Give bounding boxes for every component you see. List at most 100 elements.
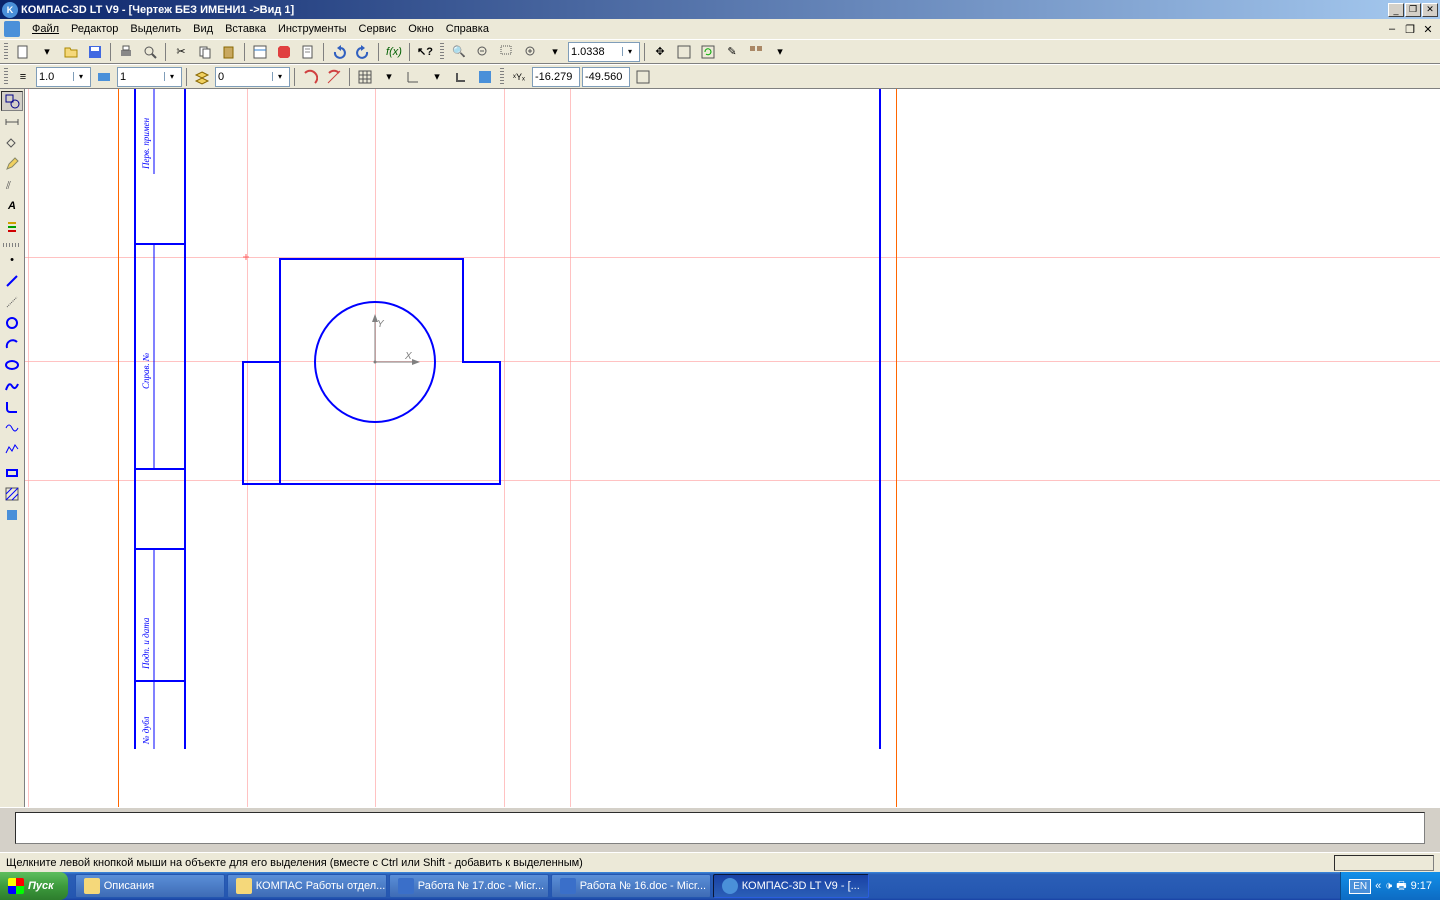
coord-lock-button[interactable]	[632, 66, 654, 88]
style-input[interactable]: 0▾	[215, 67, 290, 87]
zoom-dropdown[interactable]: ▾	[544, 41, 566, 63]
doc-icon[interactable]	[4, 21, 20, 37]
language-indicator[interactable]: EN	[1349, 879, 1371, 894]
aux-line-button[interactable]	[1, 292, 23, 312]
start-button[interactable]: Пуск	[0, 872, 68, 900]
menu-editor[interactable]: Редактор	[65, 21, 124, 37]
dimensions-button[interactable]	[1, 112, 23, 132]
menu-window[interactable]: Окно	[402, 21, 440, 37]
toolbar-grip-2[interactable]	[440, 43, 444, 61]
round-button[interactable]	[474, 66, 496, 88]
menu-service[interactable]: Сервис	[353, 21, 403, 37]
cut-button[interactable]: ✂	[170, 41, 192, 63]
point-button[interactable]: •	[1, 250, 23, 270]
menu-help[interactable]: Справка	[440, 21, 495, 37]
pan-button[interactable]: ✥	[649, 41, 671, 63]
minimize-button[interactable]: _	[1388, 3, 1404, 17]
taskbar-item-2[interactable]: Работа № 17.doc - Micr...	[389, 874, 549, 898]
params-button[interactable]: ⫽	[1, 175, 23, 195]
line-weight-input[interactable]: 1.0▾	[36, 67, 91, 87]
maximize-button[interactable]: ❐	[1405, 3, 1421, 17]
grid-button[interactable]	[354, 66, 376, 88]
doc-minimize-button[interactable]: –	[1384, 22, 1400, 36]
drawing-canvas[interactable]: Перв. примен Справ. № Подп. и дата № дуб…	[25, 89, 1440, 807]
snap-global-button[interactable]	[299, 66, 321, 88]
redraw-button[interactable]: ✎	[721, 41, 743, 63]
clock[interactable]: 9:17	[1411, 880, 1432, 892]
open-button[interactable]	[60, 41, 82, 63]
zoom-fit-button[interactable]	[673, 41, 695, 63]
tools-button[interactable]	[1, 217, 23, 237]
tray-chevron-icon[interactable]: «	[1375, 880, 1381, 892]
view-state-button[interactable]	[93, 66, 115, 88]
layers-button[interactable]	[191, 66, 213, 88]
zoom-scale-button[interactable]	[520, 41, 542, 63]
print-button[interactable]	[115, 41, 137, 63]
geometry-button[interactable]	[1, 91, 23, 111]
local-cs-dropdown[interactable]: ▾	[426, 66, 448, 88]
save-button[interactable]	[84, 41, 106, 63]
toolbar-grip[interactable]	[4, 43, 8, 61]
taskbar-item-3[interactable]: Работа № 16.doc - Micr...	[551, 874, 711, 898]
menu-insert[interactable]: Вставка	[219, 21, 272, 37]
fillet-button[interactable]	[1, 397, 23, 417]
rectangle-button[interactable]	[1, 463, 23, 483]
designations-button[interactable]	[1, 133, 23, 153]
local-cs-button[interactable]	[402, 66, 424, 88]
doc-restore-button[interactable]: ❐	[1402, 22, 1418, 36]
polyline-button[interactable]	[1, 439, 23, 459]
preview-button[interactable]	[139, 41, 161, 63]
doc-props-button[interactable]	[297, 41, 319, 63]
undo-button[interactable]	[328, 41, 350, 63]
coord-mode-button[interactable]: ˣYₓ	[508, 66, 530, 88]
measure-button[interactable]: A	[1, 196, 23, 216]
views-dropdown[interactable]: ▾	[769, 41, 791, 63]
taskbar-item-4[interactable]: КОМПАС-3D LT V9 - [...	[713, 874, 869, 898]
stop-button[interactable]	[273, 41, 295, 63]
redo-button[interactable]	[352, 41, 374, 63]
variables-button[interactable]: f(x)	[383, 41, 405, 63]
menu-view[interactable]: Вид	[187, 21, 219, 37]
properties-button[interactable]	[249, 41, 271, 63]
copy-button[interactable]	[194, 41, 216, 63]
arc-button[interactable]	[1, 334, 23, 354]
coord-x-input[interactable]: -16.279	[532, 67, 580, 87]
line-weight-icon[interactable]: ≡	[12, 66, 34, 88]
line-button[interactable]	[1, 271, 23, 291]
layer-input[interactable]: 1▾	[117, 67, 182, 87]
taskbar-item-1[interactable]: КОМПАС Работы отдел...	[227, 874, 387, 898]
toolbar-grip-4[interactable]	[500, 68, 504, 86]
tray-printer-icon[interactable]: 🖶	[1396, 877, 1406, 896]
menu-tools[interactable]: Инструменты	[272, 21, 353, 37]
new-dropdown[interactable]: ▾	[36, 41, 58, 63]
close-button[interactable]: ✕	[1422, 3, 1438, 17]
doc-close-button[interactable]: ✕	[1420, 22, 1436, 36]
paste-button[interactable]	[218, 41, 240, 63]
circle-button[interactable]	[1, 313, 23, 333]
menu-select[interactable]: Выделить	[124, 21, 187, 37]
chamfer-button[interactable]	[1, 418, 23, 438]
views-button[interactable]	[745, 41, 767, 63]
refresh-button[interactable]	[697, 41, 719, 63]
toolbar-grip-3[interactable]	[4, 68, 8, 86]
coord-y-input[interactable]: -49.560	[582, 67, 630, 87]
zoom-input[interactable]: 1.0338▾	[568, 42, 640, 62]
message-input[interactable]	[15, 812, 1425, 844]
zoom-out-button[interactable]	[472, 41, 494, 63]
ortho-button[interactable]	[450, 66, 472, 88]
equidistant-button[interactable]	[1, 505, 23, 525]
whats-this-button[interactable]: ↖?	[414, 41, 436, 63]
zoom-in-button[interactable]: 🔍	[448, 41, 470, 63]
zoom-window-button[interactable]	[496, 41, 518, 63]
taskbar-item-0[interactable]: Описания	[75, 874, 225, 898]
grid-dropdown[interactable]: ▾	[378, 66, 400, 88]
edit-button[interactable]	[1, 154, 23, 174]
menu-file[interactable]: Файл	[26, 21, 65, 37]
new-button[interactable]	[12, 41, 34, 63]
snap-off-button[interactable]	[323, 66, 345, 88]
hatch-button[interactable]	[1, 484, 23, 504]
system-tray[interactable]: EN « 🕩 🖶 9:17	[1340, 872, 1440, 900]
ellipse-button[interactable]	[1, 355, 23, 375]
spline-button[interactable]	[1, 376, 23, 396]
tray-volume-icon[interactable]: 🕩	[1385, 880, 1392, 893]
